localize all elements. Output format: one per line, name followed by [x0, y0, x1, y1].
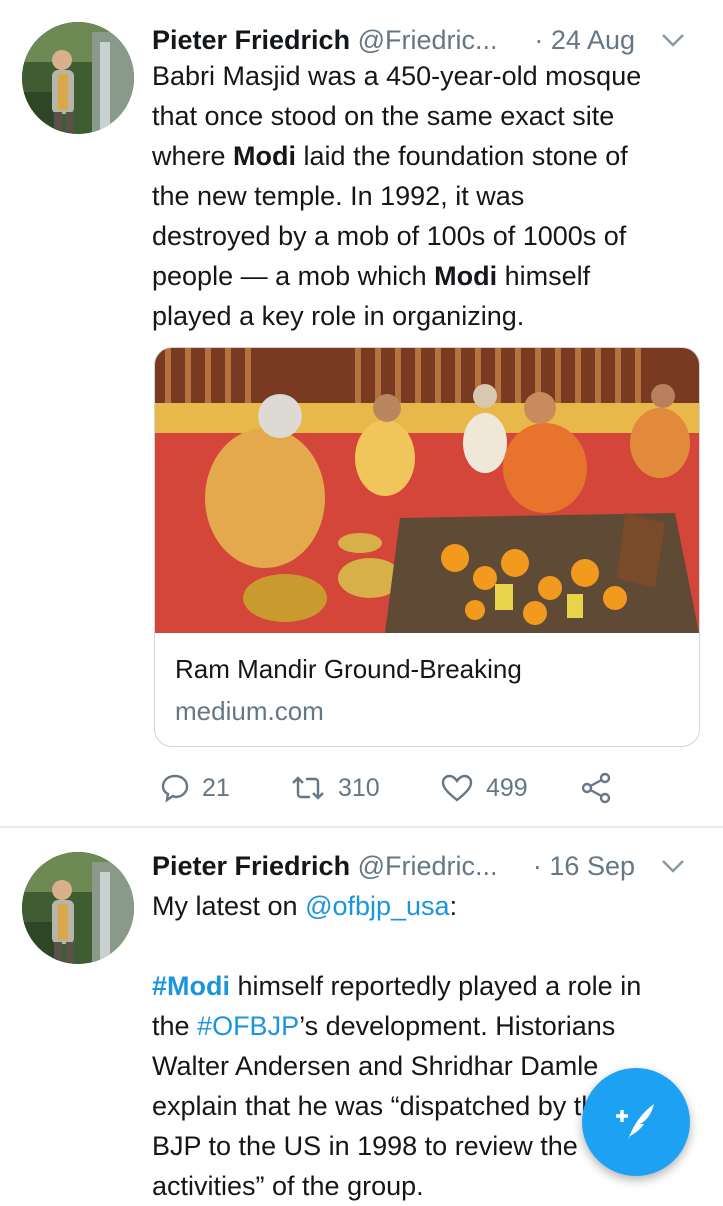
text-span: himself reportedly played a role in — [230, 971, 642, 1001]
tweet-actions: 21 310 499 — [160, 768, 640, 808]
avatar[interactable] — [22, 22, 134, 134]
text-line: people — a mob which Modi himself — [152, 256, 712, 296]
author-handle[interactable]: @Friedric... — [358, 25, 498, 55]
retweet-icon — [292, 776, 324, 800]
like-button[interactable]: 499 — [440, 768, 528, 808]
text-span: laid the foundation stone of — [296, 141, 628, 171]
chevron-down-icon[interactable] — [659, 30, 687, 50]
link-card[interactable]: Ram Mandir Ground-Breaking medium.com — [154, 347, 700, 747]
retweet-button[interactable]: 310 — [290, 768, 380, 808]
compose-tweet-button[interactable] — [582, 1068, 690, 1176]
text-line: #Modi himself reportedly played a role i… — [152, 966, 712, 1006]
text-line: played a key role in organizing. — [152, 301, 525, 331]
share-icon — [581, 772, 611, 804]
tweet-time[interactable]: · 24 Aug — [534, 22, 635, 58]
avatar[interactable] — [22, 852, 134, 964]
tweet-time[interactable]: · 16 Sep — [533, 848, 635, 884]
tweet[interactable]: Pieter Friedrich @Friedric... · 24 Aug B… — [0, 0, 723, 827]
card-image — [155, 348, 699, 633]
author-handle[interactable]: @Friedric... — [358, 851, 498, 881]
reply-count: 21 — [202, 773, 230, 802]
card-domain: medium.com — [175, 696, 324, 726]
author-name[interactable]: Pieter Friedrich — [152, 25, 350, 55]
heart-icon — [441, 774, 473, 802]
tweet-text: Babri Masjid was a 450-year-old mosque t… — [152, 56, 712, 336]
text-span: himself — [497, 261, 591, 291]
mention-link[interactable]: @ofbjp_usa — [305, 891, 450, 921]
text-line: the #OFBJP’s development. Historians — [152, 1006, 712, 1046]
bold-term: Modi — [434, 261, 498, 291]
text-line: that once stood on the same exact site — [152, 101, 615, 131]
reply-button[interactable]: 21 — [160, 768, 230, 808]
card-title: Ram Mandir Ground-Breaking — [175, 654, 522, 684]
text-span: where — [152, 141, 234, 171]
share-button[interactable] — [580, 768, 624, 808]
text-span: people — a mob which — [152, 261, 435, 291]
hashtag-link[interactable]: #OFBJP — [197, 1011, 299, 1041]
bold-term: Modi — [233, 141, 297, 171]
tweet-header: Pieter Friedrich @Friedric... · 24 Aug — [152, 22, 709, 58]
text-span: My latest on — [152, 891, 306, 921]
retweet-count: 310 — [338, 773, 380, 802]
text-span: the — [152, 1011, 198, 1041]
text-span: : — [449, 891, 458, 921]
text-line: where Modi laid the foundation stone of — [152, 136, 712, 176]
hashtag-link[interactable]: #Modi — [152, 971, 230, 1001]
text-span: ’s development. Historians — [299, 1011, 616, 1041]
text-line: the new temple. In 1992, it was — [152, 181, 525, 211]
reply-icon — [161, 774, 189, 803]
tweet-header: Pieter Friedrich @Friedric... · 16 Sep — [152, 848, 709, 884]
like-count: 499 — [486, 773, 528, 802]
chevron-down-icon[interactable] — [659, 856, 687, 876]
author-name[interactable]: Pieter Friedrich — [152, 851, 350, 881]
compose-icon — [616, 1104, 654, 1140]
text-line: destroyed by a mob of 100s of 1000s of — [152, 221, 627, 251]
text-line: Babri Masjid was a 450-year-old mosque — [152, 61, 642, 91]
text-line: My latest on @ofbjp_usa: — [152, 886, 712, 926]
